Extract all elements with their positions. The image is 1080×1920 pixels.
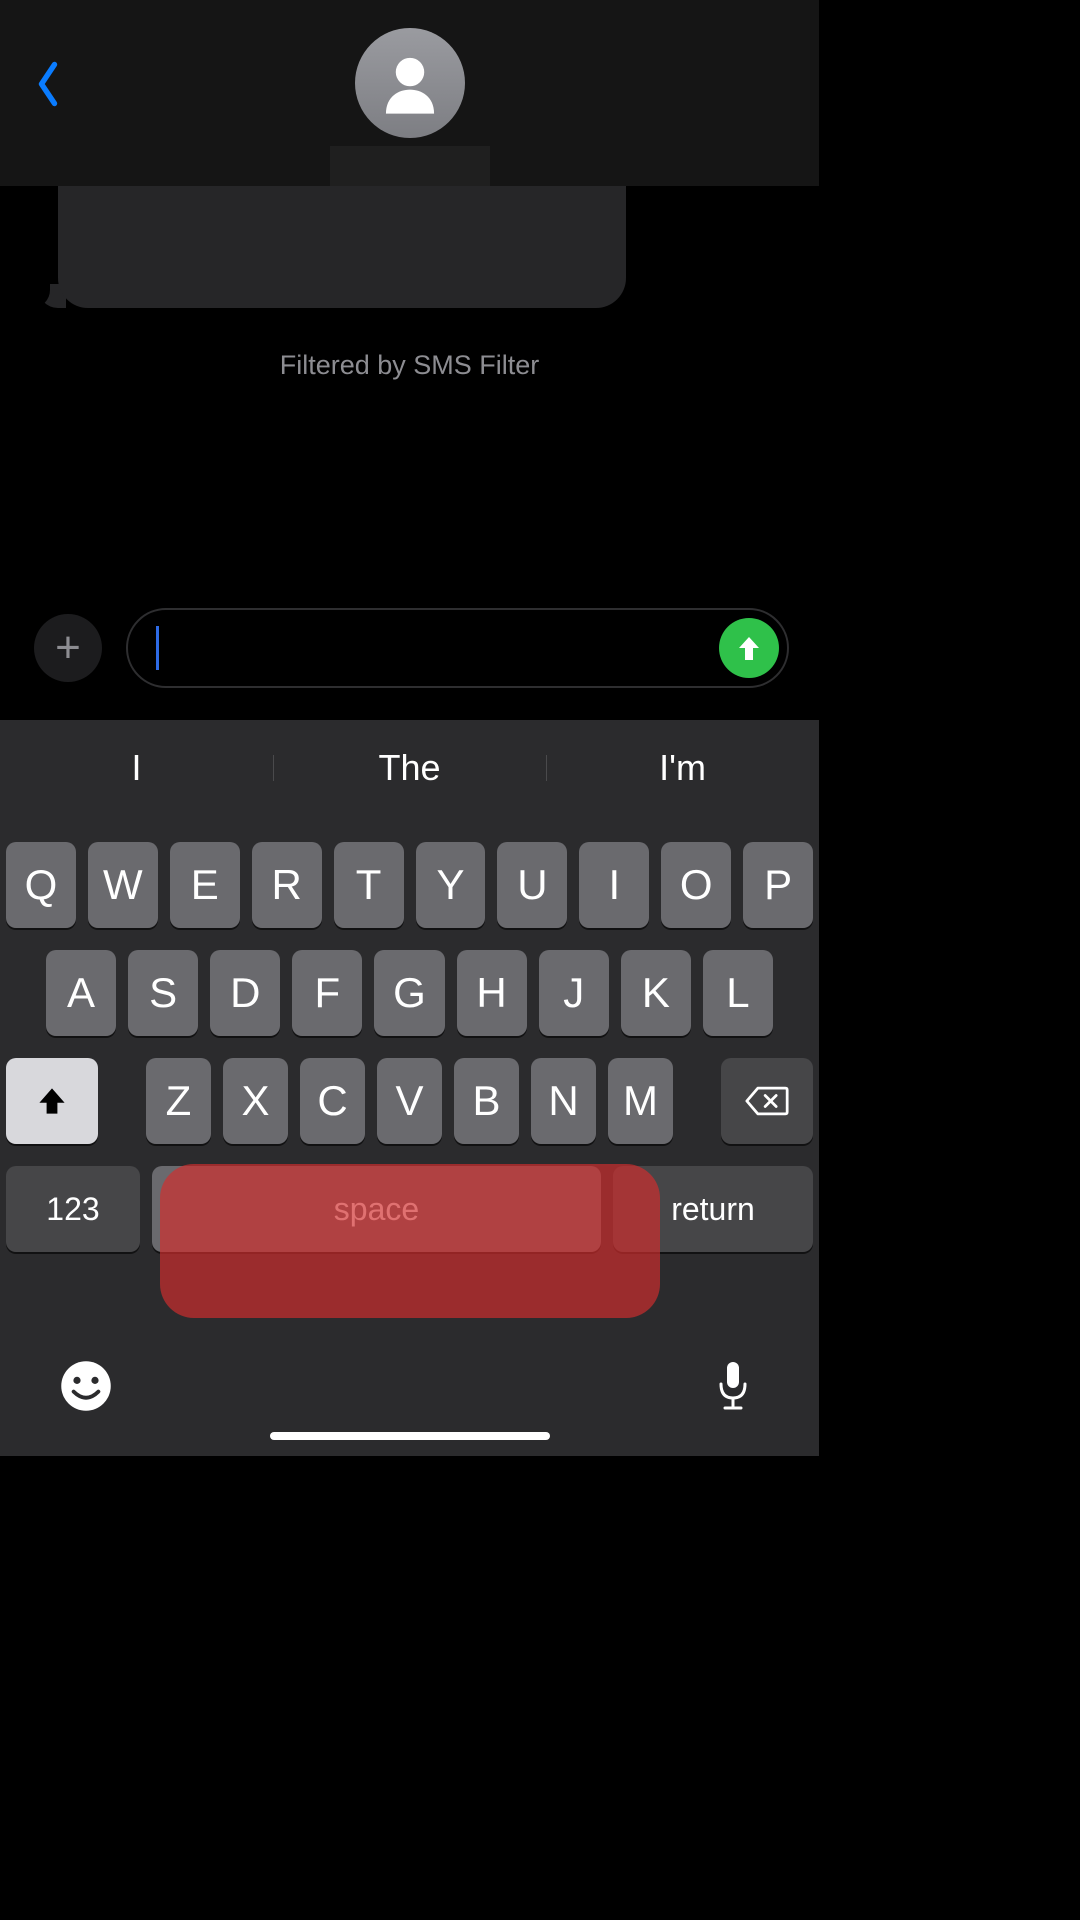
key-n[interactable]: N bbox=[531, 1058, 596, 1144]
key-f[interactable]: F bbox=[292, 950, 362, 1036]
key-t[interactable]: T bbox=[334, 842, 404, 928]
key-y[interactable]: Y bbox=[416, 842, 486, 928]
arrow-up-icon bbox=[733, 632, 765, 664]
key-r[interactable]: R bbox=[252, 842, 322, 928]
key-return[interactable]: return bbox=[613, 1166, 813, 1252]
key-c[interactable]: C bbox=[300, 1058, 365, 1144]
key-e[interactable]: E bbox=[170, 842, 240, 928]
dictation-button[interactable] bbox=[703, 1356, 763, 1416]
key-d[interactable]: D bbox=[210, 950, 280, 1036]
emoji-button[interactable] bbox=[56, 1356, 116, 1416]
key-delete[interactable] bbox=[721, 1058, 813, 1144]
key-b[interactable]: B bbox=[454, 1058, 519, 1144]
key-v[interactable]: V bbox=[377, 1058, 442, 1144]
add-attachment-button[interactable]: + bbox=[34, 614, 102, 682]
key-o[interactable]: O bbox=[661, 842, 731, 928]
shift-icon bbox=[34, 1083, 70, 1119]
key-m[interactable]: M bbox=[608, 1058, 673, 1144]
key-space[interactable]: space bbox=[152, 1166, 601, 1252]
text-cursor bbox=[156, 626, 159, 670]
key-w[interactable]: W bbox=[88, 842, 158, 928]
key-p[interactable]: P bbox=[743, 842, 813, 928]
suggestion-2[interactable]: The bbox=[273, 747, 546, 789]
incoming-message-bubble[interactable] bbox=[58, 186, 626, 308]
suggestion-bar: I The I'm bbox=[0, 720, 819, 816]
send-button[interactable] bbox=[719, 618, 779, 678]
suggestion-3[interactable]: I'm bbox=[546, 747, 819, 789]
chevron-left-icon bbox=[35, 60, 61, 108]
home-indicator[interactable] bbox=[270, 1432, 550, 1440]
delete-icon bbox=[745, 1086, 789, 1116]
back-button[interactable] bbox=[30, 56, 66, 112]
key-numbers[interactable]: 123 bbox=[6, 1166, 140, 1252]
microphone-icon bbox=[713, 1358, 753, 1414]
key-s[interactable]: S bbox=[128, 950, 198, 1036]
key-k[interactable]: K bbox=[621, 950, 691, 1036]
contact-name-redacted bbox=[330, 146, 490, 190]
keyboard: I The I'm Q W E R T Y U I O P A S D F bbox=[0, 720, 819, 1456]
key-a[interactable]: A bbox=[46, 950, 116, 1036]
contact-avatar[interactable] bbox=[355, 28, 465, 138]
key-i[interactable]: I bbox=[579, 842, 649, 928]
key-l[interactable]: L bbox=[703, 950, 773, 1036]
key-j[interactable]: J bbox=[539, 950, 609, 1036]
emoji-icon bbox=[59, 1359, 113, 1413]
key-h[interactable]: H bbox=[457, 950, 527, 1036]
filter-notice: Filtered by SMS Filter bbox=[0, 350, 819, 381]
suggestion-1[interactable]: I bbox=[0, 747, 273, 789]
key-x[interactable]: X bbox=[223, 1058, 288, 1144]
plus-icon: + bbox=[55, 626, 81, 670]
key-u[interactable]: U bbox=[497, 842, 567, 928]
key-q[interactable]: Q bbox=[6, 842, 76, 928]
person-icon bbox=[375, 48, 445, 118]
key-g[interactable]: G bbox=[374, 950, 444, 1036]
key-shift[interactable] bbox=[6, 1058, 98, 1144]
key-z[interactable]: Z bbox=[146, 1058, 211, 1144]
message-input[interactable] bbox=[126, 608, 789, 688]
